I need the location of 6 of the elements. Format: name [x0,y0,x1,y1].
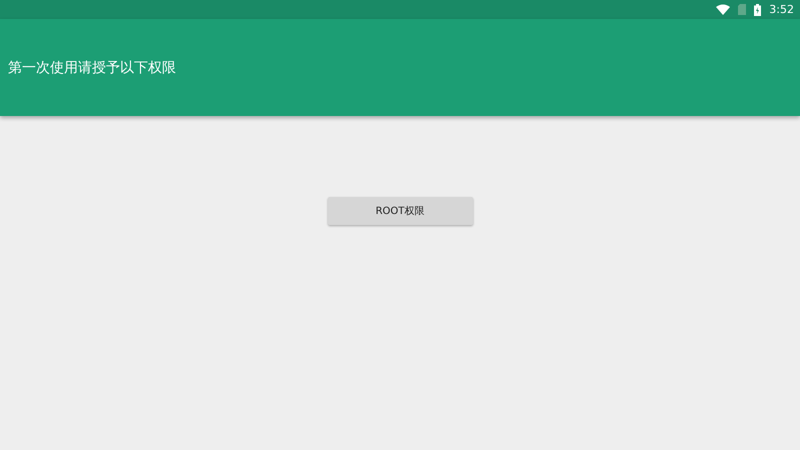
app-bar-title: 第一次使用请授予以下权限 [8,58,176,76]
battery-icon [754,4,762,16]
wifi-icon [716,4,730,15]
status-time: 3:52 [769,3,794,16]
root-permission-button[interactable]: ROOT权限 [328,197,472,225]
no-sim-icon [738,4,746,15]
